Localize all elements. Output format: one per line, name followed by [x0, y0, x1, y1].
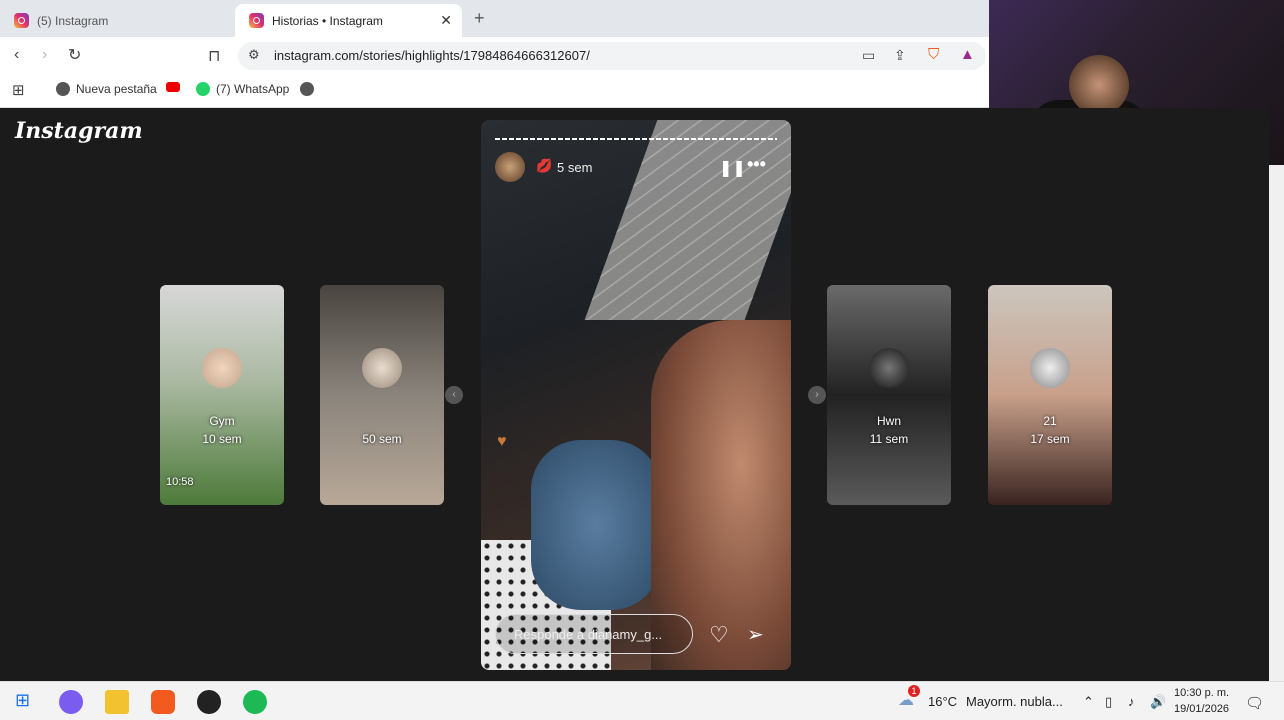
highlight-overlay-time: 10:58	[166, 476, 194, 488]
clock-date: 19/01/2026	[1174, 703, 1230, 715]
brave-rewards-icon[interactable]: ▲	[960, 46, 975, 63]
browser-window: (5) Instagram Historias • Instagram ✕ + …	[0, 0, 989, 108]
tab-historias[interactable]: Historias • Instagram ✕	[235, 4, 462, 37]
weather-badge: 1	[908, 685, 920, 697]
highlight-2[interactable]: 50 sem	[320, 285, 444, 505]
heart-sticker-icon: ♥	[497, 433, 507, 450]
weather-desc[interactable]: Mayorm. nubla...	[966, 694, 1063, 709]
bookmark-globe[interactable]	[300, 82, 320, 96]
spotify-icon[interactable]	[243, 690, 267, 714]
story-image-jeans	[531, 440, 661, 610]
bookmark-whatsapp[interactable]: (7) WhatsApp	[196, 82, 289, 96]
notifications-icon[interactable]: 🗨	[1245, 694, 1264, 712]
highlight-thumbnail	[869, 348, 909, 388]
next-story-icon[interactable]: ›	[808, 386, 826, 404]
brave-shield-icon[interactable]: ⛉	[928, 46, 939, 63]
brave-browser-icon[interactable]	[151, 690, 175, 714]
page-scrollbar[interactable]	[1269, 165, 1284, 681]
story-time: 5 sem	[557, 160, 593, 175]
instagram-stories-page: Instagram Gym 10 sem 10:58 50 sem ‹ 💋 5 …	[0, 108, 1269, 681]
clock-time: 10:30 p. m.	[1174, 687, 1230, 699]
tab-label: (5) Instagram	[37, 13, 109, 28]
volume-icon[interactable]: 🔊	[1150, 694, 1166, 710]
webcam-person-head	[1069, 55, 1129, 115]
close-icon[interactable]: ✕	[440, 12, 452, 29]
highlight-thumbnail	[1030, 348, 1070, 388]
windows-start-icon[interactable]: ⊞	[15, 690, 30, 711]
highlight-title: Hwn	[876, 414, 901, 428]
story-progress-bar	[495, 138, 777, 140]
instagram-icon	[249, 13, 264, 28]
app-icon[interactable]	[197, 690, 221, 714]
more-options-icon[interactable]: •••	[747, 154, 766, 175]
highlight-thumbnail	[362, 348, 402, 388]
instagram-logo[interactable]: Instagram	[15, 118, 143, 144]
bookmark-label: Nueva pestaña	[76, 82, 157, 96]
story-viewer[interactable]: 💋 5 sem ❚❚ ••• ♥ Responde a dianamy_g...…	[481, 120, 791, 670]
story-avatar[interactable]	[495, 152, 525, 182]
cast-icon[interactable]: ▭	[862, 47, 875, 64]
system-clock[interactable]: 10:30 p. m. 19/01/2026	[1174, 685, 1229, 717]
url-text: instagram.com/stories/highlights/1798486…	[274, 48, 590, 63]
globe-icon	[300, 82, 314, 96]
new-tab-icon[interactable]: +	[474, 8, 485, 29]
share-icon[interactable]: ⇪	[894, 47, 906, 64]
highlight-thumbnail	[202, 348, 242, 388]
bookmarks-bar: ⊞ Nueva pestaña (7) WhatsApp	[0, 75, 989, 108]
highlight-21[interactable]: 21 17 sem	[988, 285, 1112, 505]
pause-icon[interactable]: ❚❚	[719, 158, 746, 178]
address-bar[interactable]: ⚙ instagram.com/stories/highlights/17984…	[238, 42, 986, 70]
send-icon[interactable]: ➢	[747, 622, 764, 647]
file-explorer-icon[interactable]	[105, 690, 129, 714]
weather-temp[interactable]: 16°C	[928, 694, 957, 709]
bookmark-nueva-pestana[interactable]: Nueva pestaña	[56, 82, 157, 96]
highlight-time: 17 sem	[1030, 432, 1070, 446]
globe-icon	[56, 82, 70, 96]
show-hidden-icons-icon[interactable]: ⌃	[1083, 694, 1094, 710]
previous-story-icon[interactable]: ‹	[445, 386, 463, 404]
highlight-time: 11 sem	[869, 432, 909, 446]
tab-label: Historias • Instagram	[272, 13, 383, 28]
windows-taskbar: ⊞ ☁ 1 16°C Mayorm. nubla... ⌃ ▯ ♪ 🔊 10:3…	[0, 681, 1284, 720]
apps-grid-icon[interactable]: ⊞	[12, 81, 25, 99]
story-background-wall	[584, 120, 791, 320]
highlight-time: 10 sem	[202, 432, 242, 446]
device-icon[interactable]: ▯	[1105, 694, 1112, 710]
highlight-title: Gym	[209, 414, 235, 428]
highlight-hwn[interactable]: Hwn 11 sem	[827, 285, 951, 505]
bookmark-label: (7) WhatsApp	[216, 82, 290, 96]
back-icon[interactable]: ‹	[14, 46, 19, 64]
instagram-icon	[14, 13, 29, 28]
site-settings-icon[interactable]: ⚙	[248, 47, 260, 63]
tab-bar: (5) Instagram Historias • Instagram ✕ +	[0, 0, 989, 37]
bookmark-youtube[interactable]	[166, 82, 186, 92]
tab-instagram[interactable]: (5) Instagram	[0, 4, 232, 37]
microphone-icon[interactable]: ♪	[1128, 694, 1135, 709]
bookmark-icon[interactable]: ⊓	[208, 46, 220, 66]
highlight-gym[interactable]: Gym 10 sem 10:58	[160, 285, 284, 505]
toolbar: ‹ › ↻ ⊓ ⚙ instagram.com/stories/highligh…	[0, 37, 989, 75]
lips-icon: 💋	[536, 158, 553, 173]
youtube-icon	[166, 82, 180, 92]
highlight-time: 50 sem	[362, 432, 402, 446]
forward-icon[interactable]: ›	[42, 46, 47, 64]
reply-input[interactable]: Responde a dianamy_g...	[495, 614, 693, 654]
discord-icon[interactable]	[59, 690, 83, 714]
highlight-title: 21	[1043, 414, 1057, 428]
like-heart-icon[interactable]: ♡	[709, 622, 729, 648]
whatsapp-icon	[196, 82, 210, 96]
reload-icon[interactable]: ↻	[68, 45, 81, 65]
